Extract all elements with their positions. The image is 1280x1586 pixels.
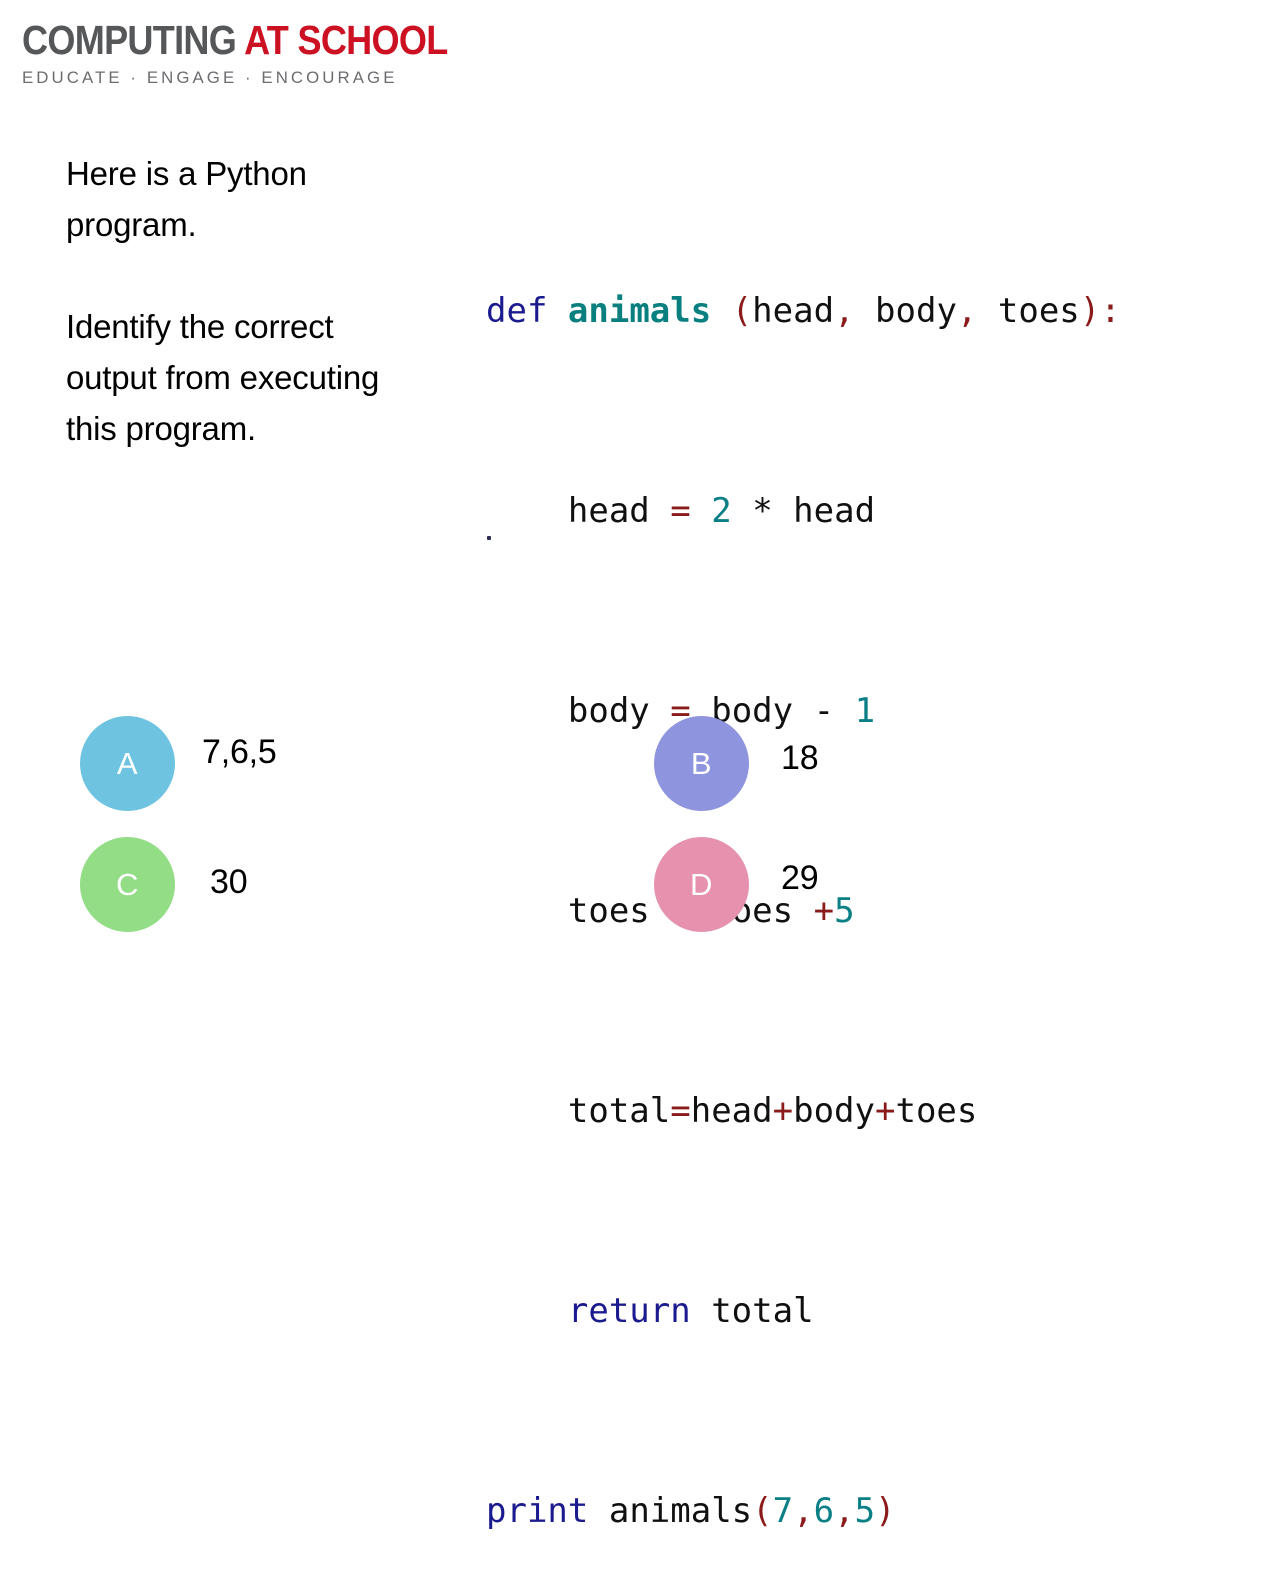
option-answer-c: 30 [210, 863, 248, 901]
option-answer-d: 29 [781, 859, 819, 897]
arg-head-value: 7 [772, 1491, 794, 1531]
var-head-operand: head [793, 491, 876, 531]
var-total: total [567, 1091, 671, 1131]
paren-open: ( [731, 291, 753, 331]
code-line-1: def animals (head, body, toes): [486, 286, 1121, 336]
logo-word-at-school: AT SCHOOL [244, 17, 448, 63]
instruction-paragraph-1: Here is a Python program. [66, 155, 307, 243]
answer-option-a[interactable]: A 7,6,5 [80, 716, 277, 811]
multiply-operator: * [752, 491, 773, 531]
option-letter-d: D [690, 867, 713, 902]
arg-toes-value: 5 [854, 1491, 876, 1531]
var-body: body [567, 691, 650, 731]
answer-option-b[interactable]: B 18 [654, 716, 819, 811]
comma: , [834, 1491, 855, 1531]
comma: , [956, 291, 978, 331]
var-toes-operand: toes [895, 1091, 978, 1131]
option-letter-c: C [116, 867, 139, 902]
option-letter-b: B [690, 746, 713, 781]
answer-option-d[interactable]: D 29 [654, 837, 819, 932]
comma: , [834, 291, 855, 331]
code-line-2: head = 2 * head [486, 486, 1121, 536]
code-line-6: return total [486, 1286, 1121, 1336]
option-bubble-d[interactable]: D [654, 837, 749, 932]
number-literal: 1 [854, 691, 876, 731]
logo-wordmark: COMPUTING AT SCHOOL [22, 17, 448, 63]
number-literal: 2 [711, 491, 732, 531]
paren-close: ) [875, 1491, 896, 1531]
number-literal: 5 [834, 891, 855, 931]
function-name-animals: animals [567, 291, 712, 331]
var-body-operand: body [793, 1091, 875, 1131]
code-line-5: total=head+body+toes [486, 1086, 1121, 1136]
option-letter-a: A [116, 746, 139, 781]
instruction-paragraph-2: Identify the correct output from executi… [66, 308, 380, 447]
plus-operator: + [772, 1091, 794, 1131]
code-line-7: print animals(7,6,5) [486, 1486, 1121, 1536]
var-head-operand: head [690, 1091, 773, 1131]
var-total-returned: total [711, 1291, 814, 1331]
paren-open: ( [752, 1491, 773, 1531]
keyword-print: print [486, 1491, 589, 1531]
option-bubble-b[interactable]: B [654, 716, 749, 811]
function-call-animals: animals [608, 1491, 753, 1531]
var-head: head [567, 491, 650, 531]
param-head: head [752, 291, 835, 331]
cas-logo: COMPUTING AT SCHOOL EDUCATE · ENGAGE · E… [22, 18, 452, 88]
param-toes: toes [997, 291, 1080, 331]
plus-operator: + [875, 1091, 896, 1131]
colon: : [1100, 291, 1121, 331]
logo-word-computing: COMPUTING [22, 17, 245, 63]
option-bubble-a[interactable]: A [80, 716, 175, 811]
paren-close: ) [1079, 291, 1101, 331]
option-answer-a: 7,6,5 [202, 733, 277, 771]
arg-body-value: 6 [813, 1491, 835, 1531]
assign-operator: = [670, 491, 691, 531]
instruction-text: Here is a Python program. Identify the c… [66, 148, 426, 454]
param-body: body [875, 291, 957, 331]
option-answer-b: 18 [781, 739, 819, 777]
assign-operator: = [670, 1091, 691, 1131]
option-bubble-c[interactable]: C [80, 837, 175, 932]
var-toes: toes [567, 891, 650, 931]
keyword-def: def [486, 291, 548, 331]
comma: , [793, 1491, 814, 1531]
keyword-return: return [567, 1291, 691, 1331]
answer-option-c[interactable]: C 30 [80, 837, 248, 932]
logo-tagline: EDUCATE · ENGAGE · ENCOURAGE [22, 68, 398, 87]
stray-dot-artifact [487, 536, 491, 540]
